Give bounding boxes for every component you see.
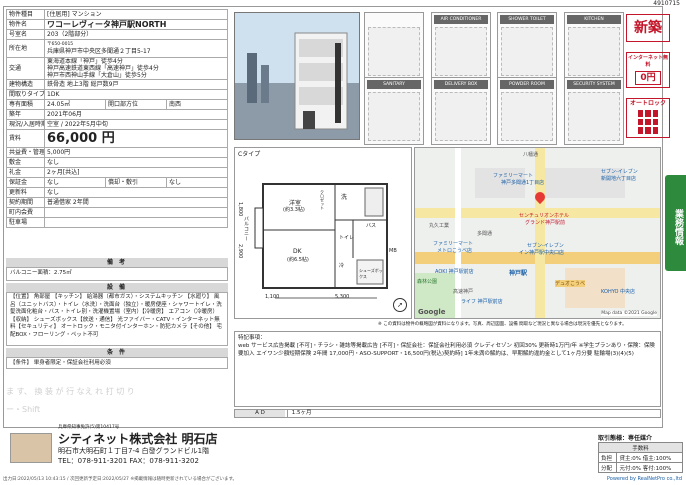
watermark: ー・Shift <box>6 405 41 414</box>
spec-row: 間取りタイプ 1DK <box>6 89 228 100</box>
address: 兵庫県神戸市中央区多聞通２丁目5-17 <box>47 47 151 55</box>
spec-row-address: 所在地 〒650-0015 兵庫県神戸市中央区多聞通２丁目5-17 <box>6 39 228 58</box>
jouken-text: 【条件】 単身者限定・保証会社利用必須 <box>6 357 228 369</box>
bikou-text: バルコニー面積：2.75㎡ <box>6 267 228 281</box>
balcony: バルコニー <box>243 216 249 241</box>
deal-type: 取引態様：専任媒介 <box>598 435 653 442</box>
company-name: シティネット株式会社 明石店 <box>58 432 218 446</box>
spec-row: 物件種目 [住居用] マンション <box>6 9 228 20</box>
thumb-delivery-box: DELIVERY BOX <box>431 77 491 145</box>
thumb-photo <box>364 12 424 80</box>
new-construction-badge: 新築 <box>626 14 670 42</box>
spec-row: 専有面積 24.05㎡ 開口部方位 南西 <box>6 99 228 110</box>
spec-row: 保証金 なし 償却・敷引 なし <box>6 177 228 188</box>
jouken-header: 条 件 <box>6 348 228 357</box>
spec-row: 駐車場 <box>6 217 228 228</box>
spec-row-rent: 賃料 66,000 円 <box>6 129 228 148</box>
thumb-kitchen: KITCHEN <box>564 12 624 80</box>
spec-row: 契約期間 普通借家 2年間 <box>6 197 228 208</box>
business-info-tab[interactable]: 業務情報 <box>665 175 686 271</box>
fee-row: 負担 貸主:0% 借主:100% <box>597 452 683 463</box>
spec-row: 礼金 2ヶ月[共込] <box>6 167 228 178</box>
spec-row: 号室名 203（2階部分） <box>6 29 228 40</box>
footer-output-date: 出力日:2022/05/13 10:43:15 / 次回更新予定日:2022/0… <box>3 477 238 482</box>
closet: クロゼット <box>320 190 325 210</box>
spec-table: 物件種目 [住居用] マンション 物件名 ワコーレヴィータ神戸駅NORTH 号室名 2… <box>6 9 228 228</box>
autolock-badge: オートロック <box>626 98 670 138</box>
thumb-sanitary: SANITARY <box>364 77 424 145</box>
thumb-security: SECURITY SYSTEM <box>564 77 624 145</box>
room-bath: バス <box>366 223 377 229</box>
footer-powered-by: Powered by RealNetPro co.,ltd <box>606 476 682 482</box>
thumb-image <box>368 27 420 76</box>
thumb-shower-toilet: SHOWER TOILET <box>497 12 557 80</box>
thumb-aircon: AIR CONDITIONER <box>431 12 491 80</box>
area-map: 八幡通 ファミリーマート 神戸多聞通1丁目店 セブン-イレブン 新開地六丁目店 … <box>414 147 661 319</box>
spec-row: 更新料 なし <box>6 187 228 198</box>
company-tel: TEL：078-911-3201 FAX：078-911-3202 <box>58 457 199 465</box>
floorplan-drawing <box>254 183 388 299</box>
fridge-space: 冷 <box>339 263 345 269</box>
setsubi-text: 【位置】 角部屋 【キッチン】 給湯器（都市ガス）・システムキッチン 【水廻り】… <box>6 292 228 346</box>
watermark: ま す、 換 装 が 行 なえ れ 打 切 り <box>6 387 135 396</box>
spec-row-access: 交通 東海道本線「神戸」徒歩4分 神戸高速鉄道東西線「高速神戸」徒歩4分 神戸市西神山… <box>6 57 228 80</box>
map-footnote: ※ この資料は物件の概略図が資料になります。写真、周辺図面、設備 間取など現況と… <box>378 322 627 327</box>
google-logo: Google <box>418 308 446 316</box>
setsubi-header: 設 備 <box>6 283 228 292</box>
map-copyright: Map data ©2021 Google <box>601 311 657 316</box>
spec-row: 町内会費 <box>6 207 228 218</box>
building-photo-image <box>235 13 359 139</box>
fee-row: 分配 元付:0% 客付:100% <box>597 462 683 473</box>
thumb-powder-room: POWDER ROOM <box>497 77 557 145</box>
compass-icon: ➚ <box>393 298 407 312</box>
bikou-header: 備 考 <box>6 258 228 267</box>
spec-row: 物件名 ワコーレヴィータ神戸駅NORTH <box>6 19 228 30</box>
floorplan-panel: Cタイプ 洋室 (約3.3帖) DK (約6.5帖) バス トイレ 洗 冷 クロ… <box>234 147 412 319</box>
spec-row: 建物構造 鉄骨造 地上3階 総戸数9戸 <box>6 79 228 90</box>
room-wash: 洗 <box>341 194 348 201</box>
meter-box: MB <box>389 248 397 254</box>
spec-row: 現況/入居時期 空室 / 2022年5月中旬 <box>6 119 228 130</box>
internet-free-badge: インターネット無料 0円 <box>626 52 670 88</box>
special-notes: 特記事項： web サービス広告掲載 [不可]・チラシ・雑誌等掲載広告 [不可]… <box>234 331 661 407</box>
ad-row: A D 1.5ヶ月 <box>234 409 661 418</box>
fee-table: 手数料 負担 貸主:0% 借主:100% 分配 元付:0% 客付:100% <box>597 442 683 473</box>
company-logo <box>10 433 52 463</box>
shoes-box: シューズボックス <box>359 268 383 279</box>
spec-row: 共益費・管理費5,000円 <box>6 147 228 158</box>
room-dk: DK <box>293 248 302 255</box>
building-photo <box>234 12 360 140</box>
keypad-icon <box>638 110 658 134</box>
spec-row: 築年 2021年06月 <box>6 109 228 120</box>
company-address: 明石市大明石町１丁目7-4 白發グランドビル1階 <box>58 447 210 455</box>
room-toilet: トイレ <box>339 235 355 241</box>
rent-price: 66,000 円 <box>44 129 228 148</box>
spec-row: 敷金 なし <box>6 157 228 168</box>
